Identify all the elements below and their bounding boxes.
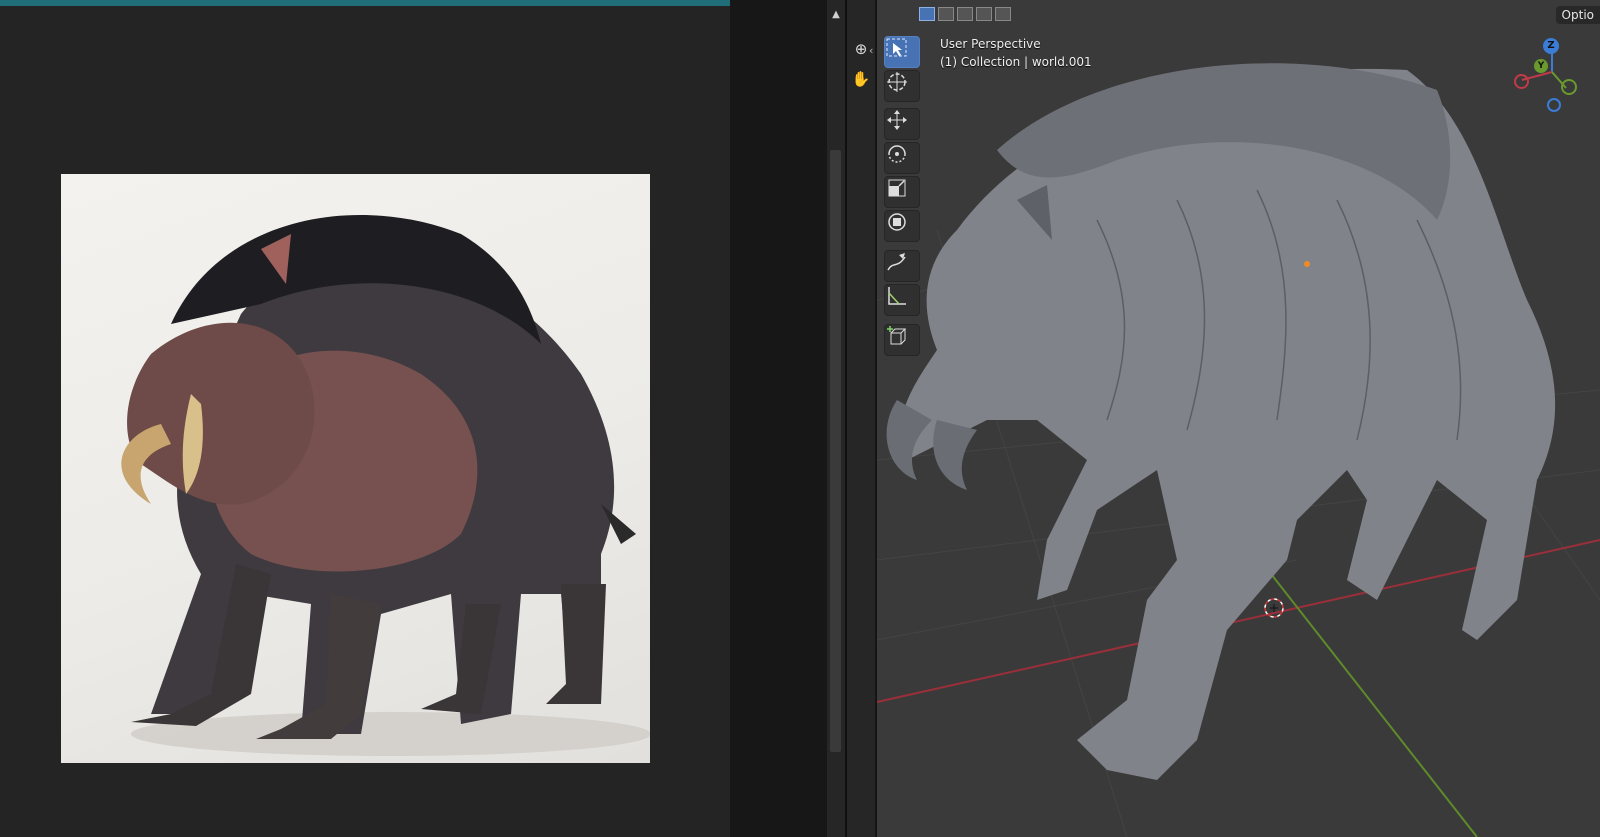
z-axis-handle[interactable]: Z xyxy=(1543,38,1559,54)
image-editor-sidebar xyxy=(730,0,827,837)
scale-tool[interactable] xyxy=(884,176,920,208)
mode-set-button[interactable] xyxy=(919,7,935,21)
add-cube-icon xyxy=(887,326,907,345)
rotate-tool[interactable] xyxy=(884,142,920,174)
scroll-up-icon[interactable]: ▲ xyxy=(827,8,845,22)
move-arrows-icon xyxy=(887,110,907,130)
transform-tool[interactable] xyxy=(884,210,920,242)
transform-icon xyxy=(888,213,906,231)
viewport-info-overlay: User Perspective (1) Collection | world.… xyxy=(940,35,1092,71)
select-mode-buttons xyxy=(919,7,1014,25)
annotate-pencil-icon xyxy=(887,253,906,271)
neg-x-axis-handle[interactable] xyxy=(1514,74,1529,89)
header-accent-line xyxy=(0,0,843,6)
y-axis-handle[interactable]: Y xyxy=(1534,59,1548,73)
rotate-icon xyxy=(888,145,906,163)
options-button[interactable]: Optio xyxy=(1555,6,1600,24)
mode-extend-button[interactable] xyxy=(938,7,954,21)
view-name: User Perspective xyxy=(940,37,1041,51)
mode-invert-button[interactable] xyxy=(995,7,1011,21)
image-editor-panel xyxy=(0,0,843,837)
navigation-gizmo[interactable]: Z Y xyxy=(1514,38,1600,118)
cursor-icon xyxy=(887,72,907,92)
navigation-strip: ⊕ ‹ ✋ xyxy=(847,0,877,837)
reference-image xyxy=(61,174,650,763)
add-cube-tool[interactable] xyxy=(884,324,920,356)
annotate-tool[interactable] xyxy=(884,250,920,282)
pan-hand-icon[interactable]: ✋ xyxy=(850,68,872,90)
mode-intersect-button[interactable] xyxy=(976,7,992,21)
object-origin xyxy=(1304,261,1310,267)
chevron-left-icon[interactable]: ‹ xyxy=(869,44,873,57)
neg-y-axis-handle[interactable] xyxy=(1561,79,1577,95)
move-tool[interactable] xyxy=(884,108,920,140)
vertical-scrollbar[interactable]: ▲ xyxy=(827,0,845,837)
collection-info: (1) Collection | world.001 xyxy=(940,55,1092,69)
viewport-scene xyxy=(877,63,1600,837)
measure-ruler-icon xyxy=(888,287,906,305)
mode-subtract-button[interactable] xyxy=(957,7,973,21)
3d-cursor xyxy=(1264,598,1284,618)
scale-icon xyxy=(888,179,906,197)
3d-viewport[interactable]: Optio User Perspective (1) Collection | … xyxy=(877,0,1600,837)
cursor-tool[interactable] xyxy=(884,70,920,102)
select-box-tool[interactable] xyxy=(884,36,920,68)
neg-z-axis-handle[interactable] xyxy=(1547,98,1561,112)
scrollbar-thumb[interactable] xyxy=(830,150,841,752)
measure-tool[interactable] xyxy=(884,284,920,316)
select-box-icon xyxy=(886,38,907,57)
